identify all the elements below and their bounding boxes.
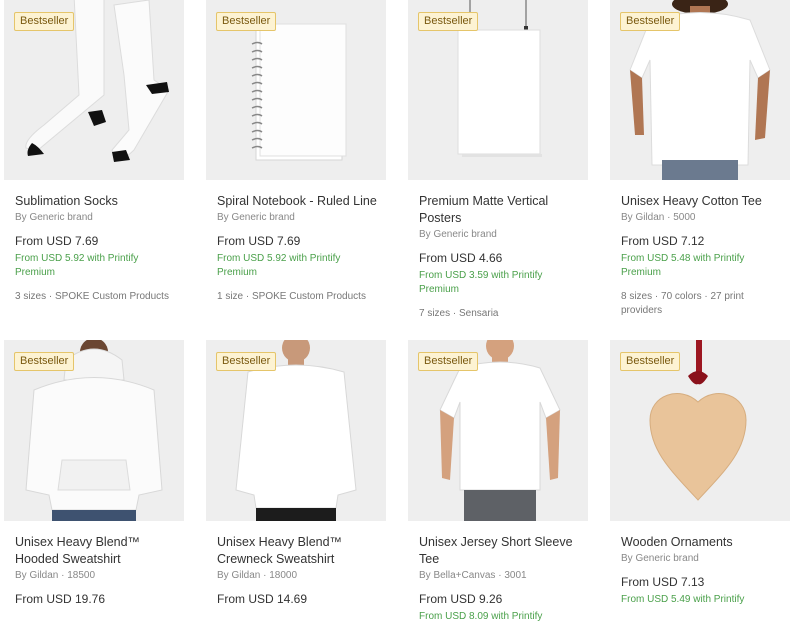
product-brand: By Generic brand: [217, 212, 295, 223]
product-price: From USD 14.69: [217, 592, 308, 606]
product-title[interactable]: Spiral Notebook - Ruled Line: [206, 193, 382, 210]
product-price: From USD 7.69: [15, 234, 99, 248]
product-title[interactable]: Unisex Heavy Blend™ Crewneck Sweatshirt: [206, 534, 382, 568]
product-card[interactable]: Bestseller Spiral Notebook - Ruled Line …: [206, 0, 386, 340]
product-card[interactable]: Bestseller Unisex Heavy Blend™ Hooded Sw…: [4, 340, 184, 606]
product-card[interactable]: Bestseller Premium Matte Vertical Poster…: [408, 0, 588, 340]
bestseller-badge: Bestseller: [216, 12, 277, 31]
product-title[interactable]: Unisex Heavy Cotton Tee: [610, 193, 786, 210]
product-image[interactable]: Bestseller: [206, 0, 386, 180]
premium-price: From USD 5.92 with Printify Premium: [217, 253, 341, 278]
product-image[interactable]: Bestseller: [206, 340, 386, 521]
premium-price: From USD 5.49 with Printify: [621, 594, 745, 605]
product-meta: 8 sizes · 70 colors · 27 print providers: [621, 291, 744, 316]
product-brand: By Generic brand: [621, 553, 699, 564]
product-price: From USD 7.13: [621, 575, 705, 589]
premium-price: From USD 5.92 with Printify Premium: [15, 253, 139, 278]
product-meta: 3 sizes · SPOKE Custom Products: [15, 291, 169, 302]
product-brand: By Gildan · 18500: [15, 570, 96, 581]
bestseller-badge: Bestseller: [14, 12, 75, 31]
product-image[interactable]: Bestseller: [610, 0, 790, 180]
bestseller-badge: Bestseller: [620, 12, 681, 31]
premium-price: From USD 3.59 with Printify Premium: [419, 270, 543, 295]
premium-price: From USD 8.09 with Printify: [419, 611, 543, 622]
product-image[interactable]: Bestseller: [408, 340, 588, 521]
product-card[interactable]: Bestseller Unisex Heavy Cotton Tee By Gi…: [610, 0, 790, 340]
product-brand: By Generic brand: [15, 212, 93, 223]
product-price: From USD 7.69: [217, 234, 301, 248]
premium-price: From USD 5.48 with Printify Premium: [621, 253, 745, 278]
product-meta: 7 sizes · Sensaria: [419, 308, 499, 319]
product-title[interactable]: Unisex Jersey Short Sleeve Tee: [408, 534, 584, 568]
product-title[interactable]: Sublimation Socks: [4, 193, 180, 210]
bestseller-badge: Bestseller: [620, 352, 681, 371]
product-card[interactable]: Bestseller Wooden Ornaments By Generic b…: [610, 340, 790, 605]
product-title[interactable]: Unisex Heavy Blend™ Hooded Sweatshirt: [4, 534, 180, 568]
product-title[interactable]: Premium Matte Vertical Posters: [408, 193, 584, 227]
product-brand: By Bella+Canvas · 3001: [419, 570, 527, 581]
product-meta: 1 size · SPOKE Custom Products: [217, 291, 366, 302]
bestseller-badge: Bestseller: [14, 352, 75, 371]
product-card[interactable]: Bestseller Unisex Heavy Blend™ Crewneck …: [206, 340, 386, 606]
product-brand: By Generic brand: [419, 229, 497, 240]
product-price: From USD 4.66: [419, 251, 503, 265]
product-image[interactable]: Bestseller: [408, 0, 588, 180]
product-title[interactable]: Wooden Ornaments: [610, 534, 786, 551]
bestseller-badge: Bestseller: [216, 352, 277, 371]
bestseller-badge: Bestseller: [418, 352, 479, 371]
product-brand: By Gildan · 18000: [217, 570, 298, 581]
product-price: From USD 9.26: [419, 592, 503, 606]
product-image[interactable]: Bestseller: [4, 340, 184, 521]
product-card[interactable]: Bestseller Sublimation Socks By Generic …: [4, 0, 184, 340]
product-card[interactable]: Bestseller Unisex Jersey Short Sleeve Te…: [408, 340, 588, 622]
product-grid: Bestseller Sublimation Socks By Generic …: [4, 0, 790, 622]
product-image[interactable]: Bestseller: [4, 0, 184, 180]
product-price: From USD 7.12: [621, 234, 705, 248]
bestseller-badge: Bestseller: [418, 12, 479, 31]
product-brand: By Gildan · 5000: [621, 212, 696, 223]
product-price: From USD 19.76: [15, 592, 106, 606]
product-image[interactable]: Bestseller: [610, 340, 790, 521]
